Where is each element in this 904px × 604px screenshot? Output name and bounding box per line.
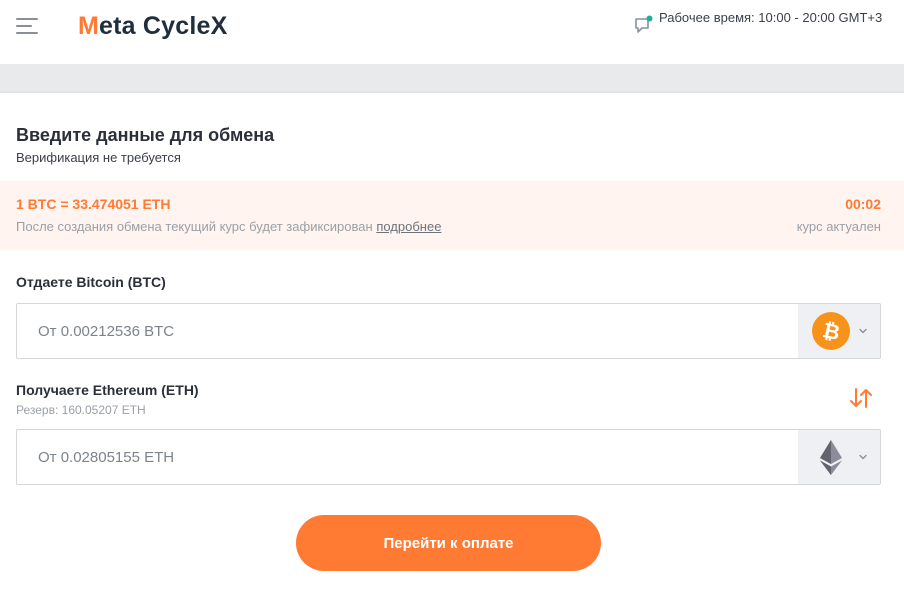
receive-field [16, 429, 881, 485]
ethereum-icon [820, 440, 842, 475]
rate-note-text: После создания обмена текущий курс будет… [16, 219, 373, 234]
receive-label: Получаете Ethereum (ETH) [16, 382, 199, 398]
chat-bubble-icon [635, 15, 653, 33]
logo[interactable]: Meta CycleX [78, 12, 228, 41]
bitcoin-icon: ₿ [812, 312, 850, 350]
chevron-down-icon [859, 454, 867, 460]
exchange-rate-panel: 1 BTC = 33.474051 ETH После создания обм… [0, 181, 904, 250]
rate-status: курс актуален [796, 219, 881, 234]
chevron-down-icon [859, 328, 867, 334]
swap-arrows-icon[interactable] [848, 386, 874, 410]
form-title: Введите данные для обмена [16, 125, 275, 145]
receive-currency-select[interactable] [798, 430, 880, 484]
header-divider-band [0, 64, 904, 93]
exchange-rate: 1 BTC = 33.474051 ETH [16, 196, 171, 212]
give-label: Отдаете Bitcoin (BTC) [16, 274, 166, 290]
hamburger-menu-icon[interactable] [16, 16, 38, 36]
give-amount-input[interactable] [17, 304, 799, 358]
proceed-to-payment-button[interactable]: Перейти к оплате [296, 515, 601, 571]
form-subtitle: Верификация не требуется [16, 150, 181, 165]
rate-timer: 00:02 [845, 196, 881, 212]
rate-details-link[interactable]: подробнее [376, 219, 441, 234]
header: Meta CycleX Рабочее время: 10:00 - 20:00… [0, 0, 904, 64]
reserve-amount: Резерв: 160.05207 ETH [16, 403, 146, 417]
logo-text: eta CycleX [99, 12, 228, 40]
rate-note: После создания обмена текущий курс будет… [16, 219, 441, 234]
give-field: ₿ [16, 303, 881, 359]
logo-accent-letter: M [78, 12, 100, 40]
working-hours-text: Рабочее время: 10:00 - 20:00 GMT+3 [659, 10, 883, 25]
give-currency-select[interactable]: ₿ [798, 304, 880, 358]
receive-amount-input[interactable] [17, 430, 799, 484]
